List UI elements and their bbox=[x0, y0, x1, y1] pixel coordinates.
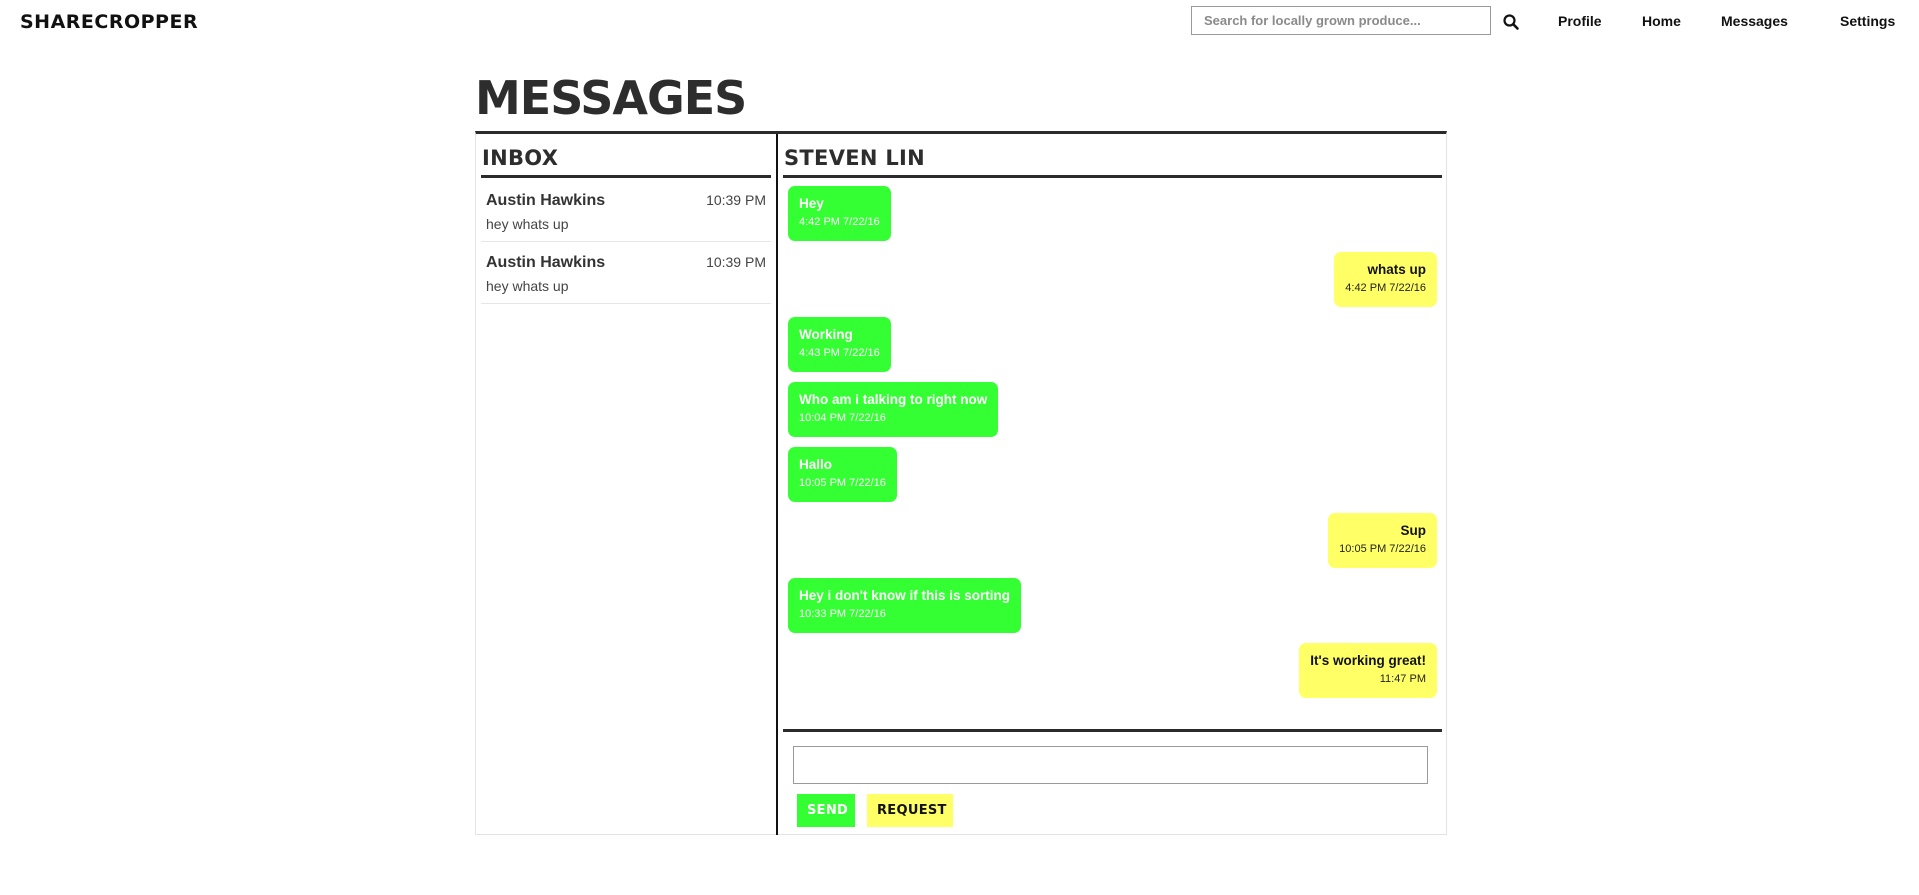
search-icon[interactable] bbox=[1502, 13, 1520, 31]
request-button[interactable]: REQUEST bbox=[867, 794, 953, 827]
message-text: Working bbox=[799, 327, 853, 342]
inbox-heading-rule bbox=[481, 175, 771, 178]
nav-messages[interactable]: Messages bbox=[1721, 13, 1788, 29]
message-bubble-outgoing: Sup 10:05 PM 7/22/16 bbox=[1328, 513, 1437, 568]
message-text: Hey i don't know if this is sorting bbox=[799, 588, 1010, 603]
message-time: 4:42 PM 7/22/16 bbox=[1345, 282, 1426, 294]
inbox-item-name: Austin Hawkins bbox=[486, 192, 606, 209]
inbox-item-preview: hey whats up bbox=[486, 216, 569, 232]
message-text: whats up bbox=[1367, 262, 1426, 277]
nav-settings[interactable]: Settings bbox=[1840, 13, 1895, 29]
message-text: It's working great! bbox=[1310, 653, 1426, 668]
message-thread: Hey 4:42 PM 7/22/16 whats up 4:42 PM 7/2… bbox=[783, 180, 1442, 737]
message-bubble-outgoing: It's working great! 11:47 PM bbox=[1299, 643, 1437, 698]
composer-rule bbox=[783, 729, 1442, 732]
message-bubble-incoming: Hey 4:42 PM 7/22/16 bbox=[788, 186, 891, 241]
message-bubble-incoming: Working 4:43 PM 7/22/16 bbox=[788, 317, 891, 372]
message-time: 10:04 PM 7/22/16 bbox=[799, 412, 886, 424]
inbox-item-name: Austin Hawkins bbox=[486, 254, 606, 271]
message-time: 4:43 PM 7/22/16 bbox=[799, 347, 880, 359]
message-text: Hey bbox=[799, 196, 824, 211]
inbox-item-time: 10:39 PM bbox=[706, 192, 766, 208]
column-divider bbox=[776, 134, 778, 835]
message-time: 10:05 PM 7/22/16 bbox=[799, 477, 886, 489]
message-bubble-incoming: Hallo 10:05 PM 7/22/16 bbox=[788, 447, 897, 502]
nav-home[interactable]: Home bbox=[1642, 13, 1681, 29]
inbox-list: Austin Hawkins 10:39 PM hey whats up Aus… bbox=[481, 180, 771, 304]
inbox-heading: INBOX bbox=[482, 146, 559, 170]
inbox-item[interactable]: Austin Hawkins 10:39 PM hey whats up bbox=[481, 242, 771, 304]
message-bubble-incoming: Who am i talking to right now 10:04 PM 7… bbox=[788, 382, 999, 437]
message-bubble-incoming: Hey i don't know if this is sorting 10:3… bbox=[788, 578, 1021, 633]
search-box bbox=[1191, 6, 1491, 35]
inbox-item[interactable]: Austin Hawkins 10:39 PM hey whats up bbox=[481, 180, 771, 242]
messages-panel: INBOX Austin Hawkins 10:39 PM hey whats … bbox=[475, 131, 1447, 835]
message-time: 10:33 PM 7/22/16 bbox=[799, 608, 886, 620]
send-button[interactable]: SEND bbox=[797, 794, 855, 827]
page-title: MESSAGES bbox=[475, 71, 747, 125]
inbox-item-preview: hey whats up bbox=[486, 278, 569, 294]
message-time: 4:42 PM 7/22/16 bbox=[799, 216, 880, 228]
message-text: Hallo bbox=[799, 457, 833, 472]
message-time: 11:47 PM bbox=[1379, 673, 1426, 685]
message-time: 10:05 PM 7/22/16 bbox=[1339, 543, 1426, 555]
brand-logo[interactable]: SHARECROPPER bbox=[20, 11, 198, 33]
search-input[interactable] bbox=[1191, 6, 1491, 35]
message-text: Who am i talking to right now bbox=[799, 392, 988, 407]
inbox-item-time: 10:39 PM bbox=[706, 254, 766, 270]
message-text: Sup bbox=[1400, 523, 1427, 538]
nav-profile[interactable]: Profile bbox=[1558, 13, 1602, 29]
message-input[interactable] bbox=[793, 746, 1428, 784]
conversation-heading-rule bbox=[783, 175, 1442, 178]
conversation-heading: STEVEN LIN bbox=[784, 146, 926, 170]
message-bubble-outgoing: whats up 4:42 PM 7/22/16 bbox=[1334, 252, 1437, 307]
